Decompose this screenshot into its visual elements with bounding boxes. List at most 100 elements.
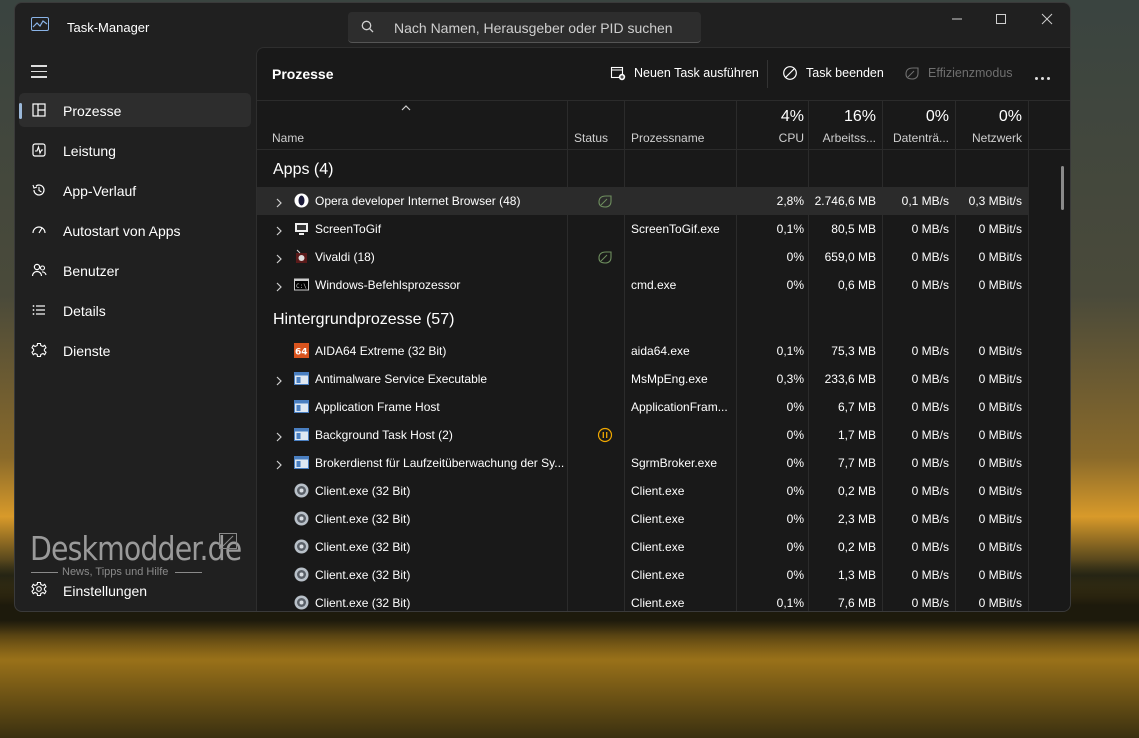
network-cell: 0 MBit/s [978, 344, 1022, 358]
pen-icon [219, 533, 237, 549]
disk-label: Datenträ... [892, 131, 949, 145]
table-row[interactable]: Client.exe (32 Bit) Client.exe 0% 2,3 MB 0 M… [257, 505, 1029, 533]
search-icon [361, 20, 374, 33]
network-cell: 0 MBit/s [978, 512, 1022, 526]
group-header-apps: Apps (4) [273, 161, 334, 178]
table-row[interactable]: Opera developer Internet Browser (48) 2,8… [257, 187, 1029, 215]
maximize-button[interactable] [993, 11, 1009, 27]
memory-cell: 233,6 MB [824, 372, 876, 386]
chevron-right-icon[interactable] [276, 195, 282, 213]
performance-icon [32, 143, 46, 157]
sidebar-item-app-history[interactable]: App-Verlauf [19, 173, 251, 207]
process-exe-cell: Client.exe [631, 568, 685, 582]
disk-total: 0% [925, 108, 949, 125]
disk-cell: 0 MB/s [911, 428, 949, 442]
minimize-button[interactable] [949, 11, 965, 27]
sidebar-item-users[interactable]: Benutzer [19, 253, 251, 287]
scrollbar-thumb[interactable] [1061, 166, 1064, 210]
network-cell: 0 MBit/s [978, 222, 1022, 236]
cpu-cell: 2,8% [776, 194, 804, 208]
column-process-name[interactable]: Prozessname [631, 131, 704, 145]
memory-cell: 2.746,6 MB [814, 194, 876, 208]
watermark-rule-right [175, 572, 202, 573]
column-status[interactable]: Status [574, 131, 608, 145]
window-app-icon [294, 427, 309, 442]
memory-label: Arbeitss... [822, 131, 876, 145]
disk-cell: 0 MB/s [911, 222, 949, 236]
efficiency-leaf-icon [597, 249, 613, 270]
network-label: Netzwerk [971, 131, 1022, 145]
process-name-cell: Antimalware Service Executable [315, 372, 488, 386]
table-row[interactable]: Brokerdienst für Laufzeitüberwachung der… [257, 449, 1029, 477]
sort-ascending-icon[interactable] [401, 105, 411, 111]
chevron-right-icon[interactable] [276, 251, 282, 269]
memory-cell: 659,0 MB [824, 250, 876, 264]
process-exe-cell: Client.exe [631, 596, 685, 610]
deskmodder-watermark: Deskmodder.de News, Tipps und Hilfe [30, 529, 276, 578]
table-row[interactable]: Vivaldi (18) 0% 659,0 MB 0 MB/s 0 MBit/s [257, 243, 1029, 271]
disk-cell: 0 MB/s [911, 484, 949, 498]
sidebar-item-label: Prozesse [63, 103, 122, 119]
table-row[interactable]: C:\ Windows-Befehlsprozessor cmd.exe 0% 0,6 … [257, 271, 1029, 299]
sidebar-item-startup-apps[interactable]: Autostart von Apps [19, 213, 251, 247]
chevron-right-icon[interactable] [276, 279, 282, 297]
new-task-label: Neuen Task ausführen [634, 66, 759, 80]
memory-cell: 80,5 MB [831, 222, 876, 236]
table-row[interactable]: Client.exe (32 Bit) Client.exe 0,1% 7,6 MB 0… [257, 589, 1029, 611]
details-icon [32, 305, 45, 315]
cpu-cell: 0,1% [776, 344, 804, 358]
memory-cell: 7,6 MB [837, 596, 876, 610]
table-row[interactable]: Antimalware Service Executable MsMpEng.ex… [257, 365, 1029, 393]
sidebar-item-processes[interactable]: Prozesse [19, 93, 251, 127]
table-row[interactable]: Client.exe (32 Bit) Client.exe 0% 0,2 MB 0 M… [257, 533, 1029, 561]
aida64-icon: 64 [294, 343, 309, 358]
client-icon [294, 483, 309, 498]
chevron-right-icon[interactable] [276, 373, 282, 391]
search-input[interactable]: Nach Namen, Herausgeber oder PID suchen [348, 12, 701, 43]
cpu-cell: 0,3% [776, 372, 804, 386]
process-name-cell: Windows-Befehlsprozessor [315, 278, 461, 292]
disk-cell: 0 MB/s [911, 344, 949, 358]
sidebar-item-details[interactable]: Details [19, 293, 251, 327]
chevron-right-icon[interactable] [276, 457, 282, 475]
sidebar-item-label: Autostart von Apps [63, 223, 181, 239]
process-name-cell: Brokerdienst für Laufzeitüberwachung der… [315, 456, 565, 470]
end-task-icon [783, 66, 797, 80]
chevron-right-icon[interactable] [276, 223, 282, 241]
history-icon [32, 184, 45, 196]
process-name-cell: Client.exe (32 Bit) [315, 540, 411, 554]
chevron-right-icon[interactable] [276, 429, 282, 447]
close-button[interactable] [1039, 11, 1055, 27]
more-options-icon[interactable] [1035, 67, 1053, 85]
table-row[interactable]: ScreenToGif ScreenToGif.exe 0,1% 80,5 MB 0 M… [257, 215, 1029, 243]
process-exe-cell: ScreenToGif.exe [631, 222, 720, 236]
processes-icon [32, 103, 46, 117]
end-task-label: Task beenden [806, 66, 884, 80]
memory-cell: 7,7 MB [837, 456, 876, 470]
group-header-background: Hintergrundprozesse (57) [273, 311, 455, 328]
disk-cell: 0 MB/s [911, 540, 949, 554]
cpu-cell: 0% [786, 428, 804, 442]
disk-cell: 0 MB/s [911, 596, 949, 610]
process-name-cell: Vivaldi (18) [315, 250, 375, 264]
network-cell: 0 MBit/s [978, 372, 1022, 386]
table-row[interactable]: Client.exe (32 Bit) Client.exe 0% 0,2 MB 0 M… [257, 477, 1029, 505]
table-row[interactable]: 64 AIDA64 Extreme (32 Bit) aida64.exe 0,1% 7… [257, 337, 1029, 365]
table-row[interactable]: Application Frame Host ApplicationFram...… [257, 393, 1029, 421]
network-total: 0% [998, 108, 1022, 125]
settings-label: Einstellungen [63, 583, 148, 599]
table-row[interactable]: Background Task Host (2) 0% 1,7 MB 0 MB/s 0 … [257, 421, 1029, 449]
settings-button[interactable]: Einstellungen [19, 577, 251, 607]
vivaldi-icon [294, 249, 309, 264]
hamburger-menu-icon[interactable] [31, 65, 47, 82]
table-row[interactable]: Client.exe (32 Bit) Client.exe 0% 1,3 MB 0 M… [257, 561, 1029, 589]
sidebar-item-performance[interactable]: Leistung [19, 133, 251, 167]
cpu-cell: 0% [786, 568, 804, 582]
sidebar-item-label: Leistung [63, 143, 116, 159]
disk-cell: 0 MB/s [911, 568, 949, 582]
sidebar-item-services[interactable]: Dienste [19, 333, 251, 367]
new-task-icon [610, 66, 626, 81]
client-icon [294, 511, 309, 526]
column-name[interactable]: Name [272, 131, 304, 145]
memory-cell: 75,3 MB [831, 344, 876, 358]
